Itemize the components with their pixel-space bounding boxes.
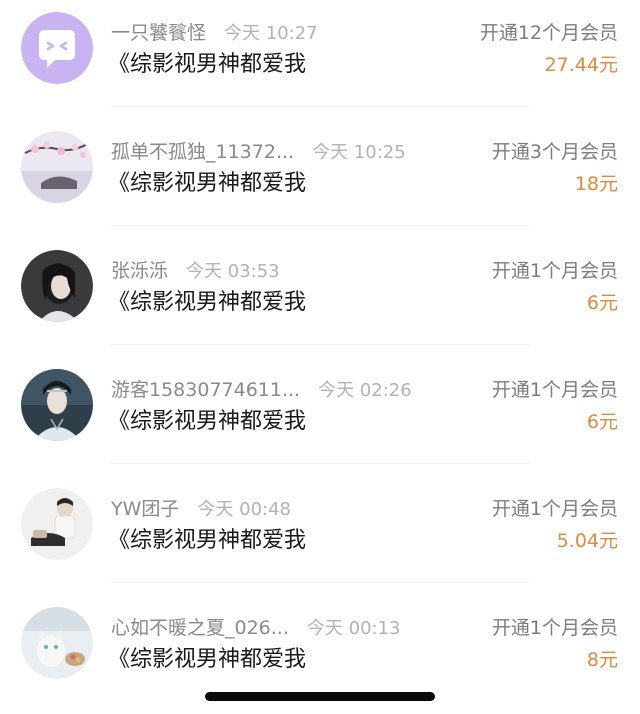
default-purple-avatar-icon [21,12,93,84]
timestamp: 今天 02:26 [318,380,412,401]
user-meta: 一只饕餮怪 今天 10:27 [111,20,318,46]
user-meta: 张泺泺 今天 03:53 [111,258,280,284]
boy-photo-avatar-icon [21,488,93,560]
avatar[interactable] [21,12,93,84]
price: 6元 [586,292,618,314]
girl-portrait-avatar-icon [21,250,93,322]
book-title: 《综影视男神都爱我 [108,647,307,672]
timestamp: 今天 00:48 [197,499,292,520]
cat-avatar-icon [21,607,93,679]
membership-plan: 开通1个月会员 [491,379,618,401]
divider [111,225,529,226]
membership-plan: 开通1个月会员 [491,498,618,520]
avatar[interactable] [21,488,93,560]
user-meta: 孤单不孤独_11372... 今天 10:25 [111,139,406,165]
avatar[interactable] [21,607,93,679]
user-name: 一只饕餮怪 [111,22,207,44]
list-item[interactable]: YW团子 今天 00:48 《综影视男神都爱我 开通1个月会员 5.04元 [0,476,640,595]
order-list: 一只饕餮怪 今天 10:27 《综影视男神都爱我 开通12个月会员 27.44元 … [0,0,640,714]
user-name: 张泺泺 [111,260,169,282]
avatar[interactable] [21,131,93,203]
price: 8元 [586,649,618,671]
user-meta: YW团子 今天 00:48 [111,496,291,522]
book-title: 《综影视男神都爱我 [108,290,307,315]
timestamp: 今天 10:25 [312,142,406,163]
avatar[interactable] [21,250,93,322]
list-item[interactable]: 张泺泺 今天 03:53 《综影视男神都爱我 开通1个月会员 6元 [0,238,640,357]
timestamp: 今天 03:53 [186,261,280,282]
avatar[interactable] [21,369,93,441]
user-name: YW团子 [111,498,180,520]
book-title: 《综影视男神都爱我 [108,409,307,434]
book-title: 《综影视男神都爱我 [108,171,307,196]
list-item[interactable]: 游客15830774611... 今天 02:26 《综影视男神都爱我 开通1个月… [0,357,640,476]
price: 5.04元 [556,530,618,552]
costume-man-avatar-icon [21,369,93,441]
cherry-blossom-avatar-icon [21,131,93,203]
membership-plan: 开通1个月会员 [491,617,618,639]
list-item[interactable]: 孤单不孤独_11372... 今天 10:25 《综影视男神都爱我 开通3个月会员… [0,119,640,238]
user-name: 游客15830774611... [111,379,301,401]
membership-plan: 开通12个月会员 [479,22,618,44]
user-meta: 游客15830774611... 今天 02:26 [111,377,412,403]
divider [111,106,529,107]
user-name: 孤单不孤独_11372... [111,141,295,163]
price: 6元 [586,411,618,433]
membership-plan: 开通3个月会员 [491,141,618,163]
book-title: 《综影视男神都爱我 [108,528,307,553]
price: 27.44元 [544,54,618,76]
divider [111,582,529,583]
timestamp: 今天 10:27 [224,23,318,44]
user-meta: 心如不暖之夏_026... 今天 00:13 [111,615,401,641]
timestamp: 今天 00:13 [306,618,401,639]
price: 18元 [574,173,618,195]
membership-plan: 开通1个月会员 [491,260,618,282]
user-name: 心如不暖之夏_026... [111,617,289,639]
divider [111,344,529,345]
book-title: 《综影视男神都爱我 [108,52,307,77]
divider [111,463,529,464]
list-item[interactable]: 一只饕餮怪 今天 10:27 《综影视男神都爱我 开通12个月会员 27.44元 [0,0,640,119]
home-indicator[interactable] [205,692,435,701]
